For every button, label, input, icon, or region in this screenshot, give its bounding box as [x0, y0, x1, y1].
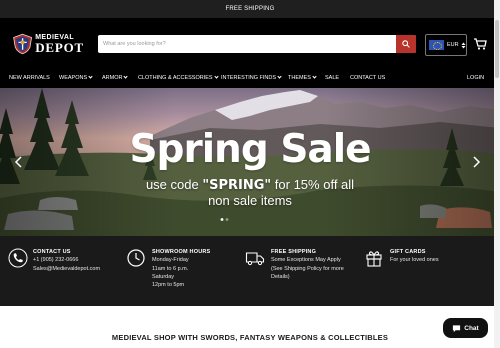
shield-logo-icon: [13, 33, 33, 55]
announcement-text: FREE SHIPPING: [225, 6, 275, 12]
nav-interesting-finds[interactable]: INTERESTING FINDS: [221, 68, 282, 88]
eu-flag-icon: [429, 40, 444, 50]
main-nav: NEW ARRIVALS WEAPONS ARMOR CLOTHING & AC…: [0, 68, 500, 88]
site-header: MEDIEVAL DEPOT EUR: [0, 18, 500, 68]
chevron-left-icon[interactable]: [13, 155, 25, 169]
feature-hours-title: SHOWROOM HOURS: [152, 249, 211, 255]
shipping-line: Details): [271, 273, 290, 280]
chevron-down-icon: [312, 74, 317, 79]
search-button[interactable]: [396, 35, 416, 53]
feature-gift-title: GIFT CARDS: [390, 249, 426, 255]
section-title: MEDIEVAL SHOP WITH SWORDS, FANTASY WEAPO…: [111, 333, 389, 342]
currency-code: EUR: [447, 42, 459, 48]
chat-bubble-icon: [453, 324, 461, 332]
chat-label: Chat: [464, 324, 479, 332]
hours-line: 11am to 6 p.m.: [152, 265, 189, 272]
chevron-down-icon: [213, 74, 219, 79]
chevron-down-icon: [277, 74, 282, 79]
scrollbar-thumb[interactable]: [495, 20, 499, 78]
truck-icon: [245, 252, 265, 266]
shipping-line: (See Shipping Policy for more: [271, 265, 344, 272]
nav-themes[interactable]: THEMES: [288, 68, 317, 88]
search-icon: [402, 40, 410, 48]
shipping-line: Some Exceptions May Apply: [271, 257, 341, 264]
gift-icon: [366, 251, 382, 267]
logo[interactable]: MEDIEVAL DEPOT: [12, 30, 84, 58]
hero-headline: Spring Sale: [129, 127, 371, 172]
search-bar: [98, 35, 416, 53]
contact-email[interactable]: Sales@Medievaldepot.com: [33, 265, 100, 273]
hours-line: Saturday: [152, 273, 175, 280]
feature-shipping-title: FREE SHIPPING: [271, 249, 317, 255]
promo-code: "SPRING": [202, 178, 272, 193]
feature-free-shipping: FREE SHIPPING Some Exceptions May Apply …: [271, 248, 344, 281]
chat-button[interactable]: Chat: [443, 318, 488, 338]
hero-subtitle-line1: use code "SPRING" for 15% off all: [0, 177, 500, 193]
logo-line2: DEPOT: [35, 40, 84, 55]
page-scrollbar[interactable]: [494, 0, 500, 348]
announcement-bar: FREE SHIPPING: [0, 0, 500, 18]
sort-arrows-icon: [461, 42, 466, 48]
nav-sale[interactable]: SALE: [325, 68, 339, 88]
hero-line1-prefix: use code: [145, 177, 199, 192]
nav-armor[interactable]: ARMOR: [102, 68, 129, 88]
feature-gift-cards[interactable]: GIFT CARDS For your loved ones: [390, 248, 439, 265]
feature-strip: CONTACT US +1 (905) 232-0666 Sales@Medie…: [0, 236, 500, 306]
nav-clothing-accessories[interactable]: CLOTHING & ACCESSORIES: [138, 68, 219, 88]
nav-contact-us[interactable]: CONTACT US: [350, 68, 385, 88]
hours-line: Monday-Friday: [152, 257, 189, 264]
hero-line1-suffix: for 15% off all: [274, 177, 355, 192]
feature-contact-title: CONTACT US: [33, 249, 71, 255]
currency-selector[interactable]: EUR: [425, 34, 467, 56]
feature-contact: CONTACT US +1 (905) 232-0666 Sales@Medie…: [33, 248, 100, 273]
cart-icon[interactable]: [473, 37, 487, 51]
nav-weapons[interactable]: WEAPONS: [59, 68, 93, 88]
hero-subtitle-line2: non sale items: [208, 193, 292, 208]
contact-phone[interactable]: +1 (905) 232-0666: [33, 256, 100, 264]
chevron-down-icon: [123, 74, 129, 79]
feature-showroom-hours: SHOWROOM HOURS Monday-Friday 11am to 6 p…: [152, 248, 210, 289]
gift-line: For your loved ones: [390, 257, 439, 264]
phone-icon: [8, 248, 28, 268]
login-link[interactable]: LOGIN: [467, 68, 484, 88]
slide-dots[interactable]: [216, 217, 232, 222]
hero-banner[interactable]: Spring Sale use code "SPRING" for 15% of…: [0, 88, 500, 236]
hours-line: 12pm to 5pm: [152, 282, 185, 289]
clock-icon: [127, 249, 145, 267]
search-input[interactable]: [98, 35, 396, 53]
chevron-down-icon: [88, 74, 93, 79]
nav-new-arrivals[interactable]: NEW ARRIVALS: [9, 68, 50, 88]
chevron-right-icon[interactable]: [470, 155, 482, 169]
